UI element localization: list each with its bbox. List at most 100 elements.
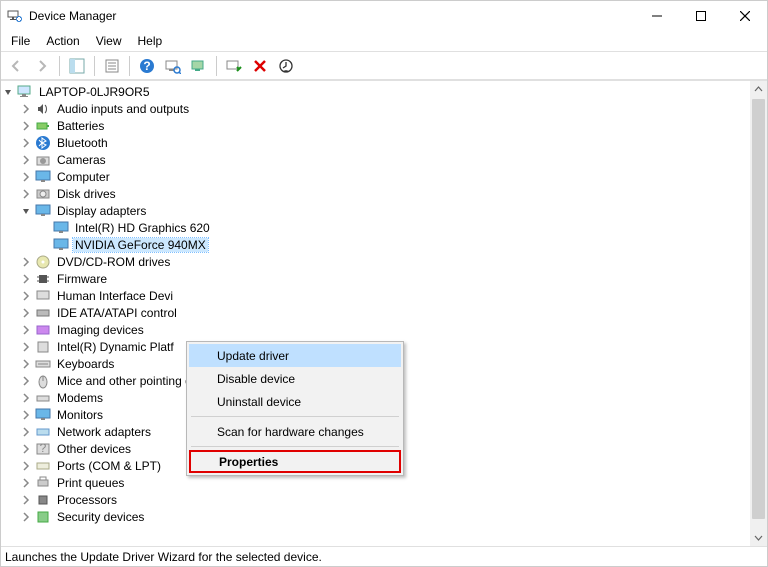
tree-node-label: Other devices: [55, 442, 133, 456]
menu-view[interactable]: View: [90, 32, 128, 50]
tree-node-ide[interactable]: IDE ATA/ATAPI control: [1, 304, 750, 321]
tree-node-label: Keyboards: [55, 357, 116, 371]
computer-icon: [17, 84, 33, 100]
properties-button[interactable]: [101, 55, 123, 77]
tree-node-audio[interactable]: Audio inputs and outputs: [1, 100, 750, 117]
chevron-right-icon[interactable]: [19, 459, 33, 473]
tree-node-label: Security devices: [55, 510, 146, 524]
menu-file[interactable]: File: [5, 32, 36, 50]
chevron-right-icon[interactable]: [19, 510, 33, 524]
display-adapter-icon: [53, 237, 69, 253]
back-button[interactable]: [5, 55, 27, 77]
tree-node-security[interactable]: Security devices: [1, 508, 750, 525]
update-driver-button[interactable]: [188, 55, 210, 77]
chevron-down-icon[interactable]: [19, 204, 33, 218]
chevron-right-icon[interactable]: [19, 408, 33, 422]
tree-node-label: LAPTOP-0LJR9OR5: [37, 85, 152, 99]
keyboard-icon: [35, 356, 51, 372]
svg-text:?: ?: [143, 59, 150, 73]
tree-node-label: Modems: [55, 391, 105, 405]
chevron-down-icon[interactable]: [1, 85, 15, 99]
tree-node-label: Computer: [55, 170, 112, 184]
context-menu-label: Update driver: [215, 349, 291, 363]
tree-node-print[interactable]: Print queues: [1, 474, 750, 491]
controller-icon: [35, 305, 51, 321]
chevron-right-icon[interactable]: [19, 306, 33, 320]
tree-node-display-nvidia[interactable]: NVIDIA GeForce 940MX: [1, 236, 750, 253]
chevron-right-icon[interactable]: [19, 340, 33, 354]
context-menu-divider: [191, 416, 399, 417]
chevron-right-icon[interactable]: [19, 153, 33, 167]
toolbar-divider: [94, 56, 95, 76]
device-tree[interactable]: LAPTOP-0LJR9OR5 Audio inputs and outputs…: [1, 81, 750, 546]
tree-node-computer[interactable]: Computer: [1, 168, 750, 185]
tree-node-firmware[interactable]: Firmware: [1, 270, 750, 287]
tree-node-disk[interactable]: Disk drives: [1, 185, 750, 202]
tree-node-dvd[interactable]: DVD/CD-ROM drives: [1, 253, 750, 270]
chevron-right-icon[interactable]: [19, 255, 33, 269]
chevron-right-icon[interactable]: [19, 493, 33, 507]
scan-hardware-button[interactable]: [162, 55, 184, 77]
tree-node-bluetooth[interactable]: Bluetooth: [1, 134, 750, 151]
context-menu-scan-hardware[interactable]: Scan for hardware changes: [189, 420, 401, 443]
status-text: Launches the Update Driver Wizard for th…: [5, 550, 322, 564]
tree-node-display[interactable]: Display adapters: [1, 202, 750, 219]
add-legacy-hardware-button[interactable]: [275, 55, 297, 77]
tree-node-imaging[interactable]: Imaging devices: [1, 321, 750, 338]
tree-root[interactable]: LAPTOP-0LJR9OR5: [1, 83, 750, 100]
disk-icon: [35, 186, 51, 202]
tree-node-label: DVD/CD-ROM drives: [55, 255, 172, 269]
security-icon: [35, 509, 51, 525]
chevron-right-icon[interactable]: [19, 476, 33, 490]
context-menu-label: Properties: [217, 455, 280, 469]
chevron-right-icon[interactable]: [19, 323, 33, 337]
chevron-right-icon[interactable]: [19, 187, 33, 201]
chevron-right-icon[interactable]: [19, 425, 33, 439]
chevron-right-icon[interactable]: [19, 374, 33, 388]
scrollbar-thumb[interactable]: [752, 99, 765, 519]
tree-node-batteries[interactable]: Batteries: [1, 117, 750, 134]
tree-node-processors[interactable]: Processors: [1, 491, 750, 508]
help-button[interactable]: ?: [136, 55, 158, 77]
tree-node-hid[interactable]: Human Interface Devi: [1, 287, 750, 304]
context-menu-disable-device[interactable]: Disable device: [189, 367, 401, 390]
context-menu-divider: [191, 446, 399, 447]
menu-help[interactable]: Help: [132, 32, 169, 50]
vertical-scrollbar[interactable]: [750, 81, 767, 546]
chevron-right-icon[interactable]: [19, 102, 33, 116]
minimize-button[interactable]: [635, 2, 679, 30]
forward-button[interactable]: [31, 55, 53, 77]
tree-node-label: Batteries: [55, 119, 106, 133]
menu-action[interactable]: Action: [40, 32, 85, 50]
show-hide-console-tree-button[interactable]: [66, 55, 88, 77]
toolbar-divider: [129, 56, 130, 76]
uninstall-device-button[interactable]: [249, 55, 271, 77]
context-menu-uninstall-device[interactable]: Uninstall device: [189, 390, 401, 413]
tree-node-label: Firmware: [55, 272, 109, 286]
close-button[interactable]: [723, 2, 767, 30]
toolbar-divider: [216, 56, 217, 76]
chevron-right-icon[interactable]: [19, 272, 33, 286]
monitor-icon: [35, 169, 51, 185]
scroll-down-button[interactable]: [750, 529, 767, 546]
chevron-right-icon[interactable]: [19, 391, 33, 405]
chevron-right-icon[interactable]: [19, 357, 33, 371]
chevron-right-icon[interactable]: [19, 136, 33, 150]
menu-bar: File Action View Help: [1, 31, 767, 51]
context-menu-properties[interactable]: Properties: [189, 450, 401, 473]
tree-node-cameras[interactable]: Cameras: [1, 151, 750, 168]
tree-node-display-intel[interactable]: Intel(R) HD Graphics 620: [1, 219, 750, 236]
port-icon: [35, 458, 51, 474]
chevron-right-icon[interactable]: [19, 119, 33, 133]
chevron-right-icon[interactable]: [19, 170, 33, 184]
status-bar: Launches the Update Driver Wizard for th…: [1, 546, 767, 566]
tree-node-label: Human Interface Devi: [55, 289, 175, 303]
context-menu-update-driver[interactable]: Update driver: [189, 344, 401, 367]
unknown-icon: ?: [35, 441, 51, 457]
scroll-up-button[interactable]: [750, 81, 767, 98]
chevron-right-icon[interactable]: [19, 289, 33, 303]
chevron-right-icon[interactable]: [19, 442, 33, 456]
maximize-button[interactable]: [679, 2, 723, 30]
title-bar: Device Manager: [1, 1, 767, 31]
disable-device-button[interactable]: [223, 55, 245, 77]
